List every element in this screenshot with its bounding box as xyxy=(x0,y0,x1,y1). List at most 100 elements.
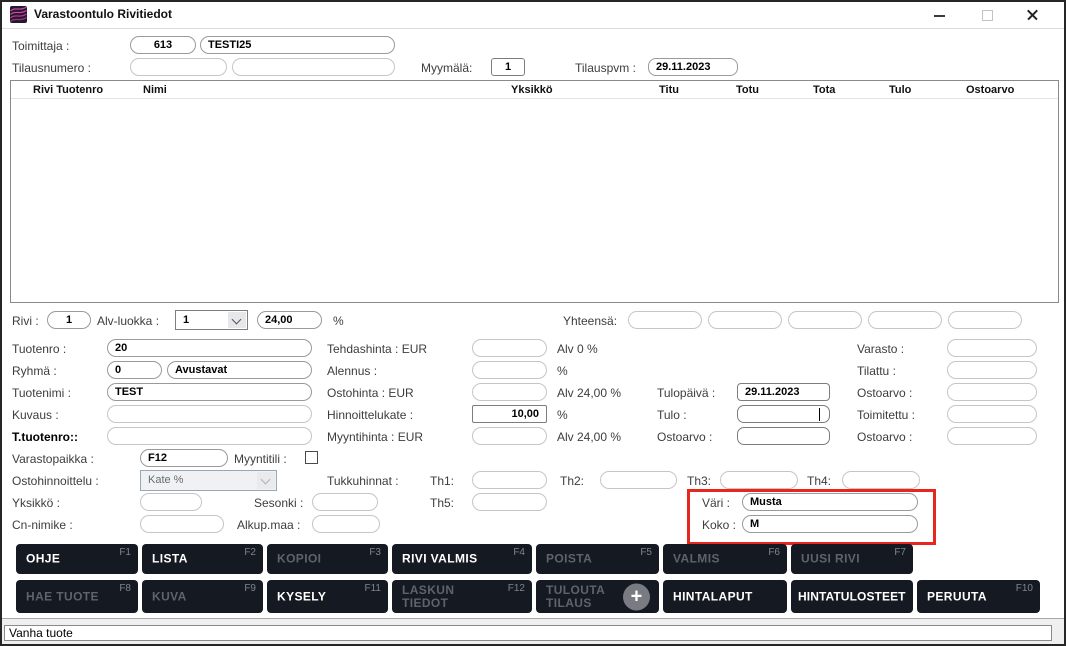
button-hintatulosteet[interactable]: HINTATULOSTEET xyxy=(791,580,913,613)
button-tulouta-tilaus[interactable]: TULOUTA TILAUS + xyxy=(536,580,659,613)
plus-icon[interactable]: + xyxy=(623,583,650,610)
maximize-button[interactable] xyxy=(970,2,1004,27)
button-kysely[interactable]: KYSELY F11 xyxy=(267,580,388,613)
tehdashinta-field[interactable] xyxy=(472,339,547,357)
hinnoittelukate-unit-label: % xyxy=(557,408,568,422)
myyntihinta-label: Myyntihinta : EUR xyxy=(327,430,424,444)
tilausnumero-field-2[interactable] xyxy=(232,58,395,76)
button-peruuta[interactable]: PERUUTA F10 xyxy=(917,580,1040,613)
titlebar: Varastoontulo Rivitiedot xyxy=(2,2,1064,29)
button-poista[interactable]: POISTA F5 xyxy=(536,544,659,574)
button-laskun-tiedot[interactable]: LASKUN TIEDOT F12 xyxy=(392,580,532,613)
th3-field[interactable] xyxy=(720,471,798,489)
sesonki-label: Sesonki : xyxy=(254,496,304,510)
tukkuhinnat-label: Tukkuhinnat : xyxy=(327,474,399,488)
ryhma-name-field[interactable]: Avustavat xyxy=(167,361,312,379)
yhteensa-field-2[interactable] xyxy=(708,311,782,329)
myyntitili-checkbox[interactable] xyxy=(305,451,318,464)
ostoarvo-r2-label: Ostoarvo : xyxy=(857,430,913,444)
highlight-box xyxy=(687,489,936,545)
button-kopioi[interactable]: KOPIOI F3 xyxy=(267,544,388,574)
button-valmis[interactable]: VALMIS F6 xyxy=(663,544,787,574)
cn-nimike-field[interactable] xyxy=(140,515,224,533)
tulopaiva-field[interactable]: 29.11.2023 xyxy=(737,383,830,401)
th2-field[interactable] xyxy=(600,471,677,489)
alennus-label: Alennus : xyxy=(327,364,378,378)
alv-luokka-label: Alv-luokka : xyxy=(97,314,160,328)
toimitettu-field[interactable] xyxy=(947,405,1037,423)
tilauspvm-label: Tilauspvm : xyxy=(575,61,636,75)
minimize-button[interactable] xyxy=(923,2,957,27)
button-uusi-rivi[interactable]: UUSI RIVI F7 xyxy=(791,544,913,574)
alv-luokka-select[interactable]: 1 xyxy=(175,310,248,330)
hinnoittelukate-field[interactable]: 10,00 xyxy=(472,405,547,423)
tilattu-field[interactable] xyxy=(947,361,1037,379)
myyntitili-label: Myyntitili : xyxy=(234,452,287,466)
app-icon xyxy=(10,6,27,23)
yhteensa-field-1[interactable] xyxy=(628,311,702,329)
rows-grid[interactable]: Rivi Tuotenro Nimi Yksikkö Titu Totu Tot… xyxy=(10,80,1059,303)
status-text: Vanha tuote xyxy=(4,625,1052,641)
button-ohje[interactable]: OHJE F1 xyxy=(16,544,138,574)
th1-label: Th1: xyxy=(430,474,455,488)
close-button[interactable] xyxy=(1016,2,1050,27)
toimittaja-name-field[interactable]: TESTI25 xyxy=(200,36,395,54)
yhteensa-field-3[interactable] xyxy=(788,311,862,329)
tuotenro-field[interactable]: 20 xyxy=(107,339,312,357)
button-hintalaput[interactable]: HINTALAPUT xyxy=(663,580,787,613)
col-nimi: Nimi xyxy=(143,84,167,96)
th5-field[interactable] xyxy=(472,493,547,511)
alennus-field[interactable] xyxy=(472,361,547,379)
th2-label: Th2: xyxy=(560,474,585,488)
tilattu-label: Tilattu : xyxy=(857,364,896,378)
button-rivi-valmis[interactable]: RIVI VALMIS F4 xyxy=(392,544,532,574)
ostohinnoittelu-label: Ostohinnoittelu : xyxy=(12,474,99,488)
col-rivi-tuotenro: Rivi Tuotenro xyxy=(33,84,104,96)
tulo-field[interactable] xyxy=(737,405,830,423)
varastopaikka-label: Varastopaikka : xyxy=(12,452,94,466)
yhteensa-field-5[interactable] xyxy=(948,311,1022,329)
tilausnumero-field-1[interactable] xyxy=(130,58,227,76)
col-yksikko: Yksikkö xyxy=(511,84,553,96)
window-title: Varastoontulo Rivitiedot xyxy=(34,7,173,21)
alkup-maa-label: Alkup.maa : xyxy=(237,518,301,532)
ryhma-label: Ryhmä : xyxy=(12,364,57,378)
tuotenimi-label: Tuotenimi : xyxy=(12,386,71,400)
th5-label: Th5: xyxy=(430,496,455,510)
button-lista[interactable]: LISTA F2 xyxy=(142,544,263,574)
rivi-field[interactable]: 1 xyxy=(47,311,91,329)
myyntihinta-alv-label: Alv 24,00 % xyxy=(557,430,622,444)
varasto-field[interactable] xyxy=(947,339,1037,357)
sesonki-field[interactable] xyxy=(312,493,378,511)
col-tulo: Tulo xyxy=(889,84,912,96)
col-tota: Tota xyxy=(813,84,836,96)
alennus-unit-label: % xyxy=(557,364,568,378)
th1-field[interactable] xyxy=(472,471,547,489)
myyntihinta-field[interactable] xyxy=(472,427,547,445)
yhteensa-field-4[interactable] xyxy=(868,311,942,329)
yksikko-field[interactable] xyxy=(140,493,202,511)
text-caret xyxy=(819,408,820,421)
ostoarvo-mid-field[interactable] xyxy=(737,427,830,445)
ryhma-code-field[interactable]: 0 xyxy=(107,361,162,379)
button-kuva[interactable]: KUVA F9 xyxy=(142,580,263,613)
ostoarvo-mid-label: Ostoarvo : xyxy=(657,430,713,444)
col-titu: Titu xyxy=(659,84,679,96)
t-tuotenro-field[interactable] xyxy=(107,427,312,445)
button-hae-tuote[interactable]: HAE TUOTE F8 xyxy=(16,580,138,613)
ostoarvo-r2-field[interactable] xyxy=(947,427,1037,445)
ostohinta-field[interactable] xyxy=(472,383,547,401)
toimittaja-code-field[interactable]: 613 xyxy=(130,36,196,54)
alv-pct-field[interactable]: 24,00 xyxy=(257,311,322,329)
tuotenimi-field[interactable]: TEST xyxy=(107,383,312,401)
myymala-label: Myymälä: xyxy=(421,61,473,75)
myymala-field[interactable]: 1 xyxy=(491,58,525,76)
ostoarvo-r1-field[interactable] xyxy=(947,383,1037,401)
th4-field[interactable] xyxy=(842,471,920,489)
kuvaus-label: Kuvaus : xyxy=(12,408,59,422)
alkup-maa-field[interactable] xyxy=(312,515,380,533)
kuvaus-field[interactable] xyxy=(107,405,312,423)
varastopaikka-field[interactable]: F12 xyxy=(140,449,228,467)
tilauspvm-field[interactable]: 29.11.2023 xyxy=(648,58,738,76)
tuotenro-label: Tuotenro : xyxy=(12,342,67,356)
